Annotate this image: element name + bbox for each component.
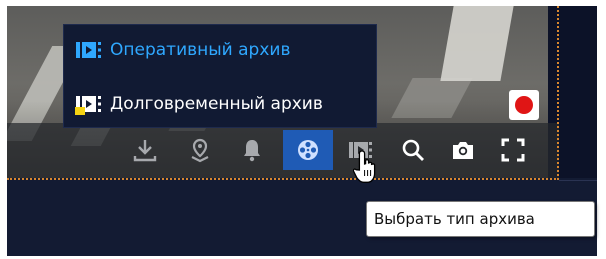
bell-icon [244, 140, 260, 162]
search-icon [402, 139, 424, 161]
download-button[interactable] [122, 130, 168, 170]
menu-item-label: Оперативный архив [110, 40, 291, 60]
menu-item-operative-archive[interactable]: Оперативный архив [64, 30, 378, 70]
search-button[interactable] [390, 130, 436, 170]
download-icon [133, 140, 157, 162]
archive-film-lock-icon [75, 96, 101, 115]
grid-divider [559, 180, 597, 181]
selection-border-right [557, 6, 559, 180]
tooltip-text: Выбрать тип архива [374, 210, 535, 228]
record-icon [515, 96, 533, 114]
film-reel-icon [298, 140, 318, 160]
map-pin-icon [191, 138, 209, 163]
fullscreen-icon [501, 138, 525, 162]
camera-toolbar [7, 123, 559, 178]
archive-mode-button[interactable] [283, 130, 333, 170]
archive-type-menu: Оперативный архив Долговременный архив [63, 24, 377, 128]
snapshot-button[interactable] [440, 130, 486, 170]
alarm-button[interactable] [229, 130, 275, 170]
menu-item-label: Долговременный архив [110, 94, 323, 114]
menu-item-long-term-archive[interactable]: Долговременный архив [64, 84, 378, 124]
tooltip: Выбрать тип архива [366, 201, 595, 237]
camera-icon [453, 142, 473, 159]
map-pin-button[interactable] [177, 130, 223, 170]
hand-cursor-icon [353, 150, 376, 183]
selection-border-bottom [7, 178, 559, 180]
archive-film-icon [76, 42, 101, 58]
record-button[interactable] [509, 90, 539, 120]
fullscreen-button[interactable] [490, 130, 536, 170]
